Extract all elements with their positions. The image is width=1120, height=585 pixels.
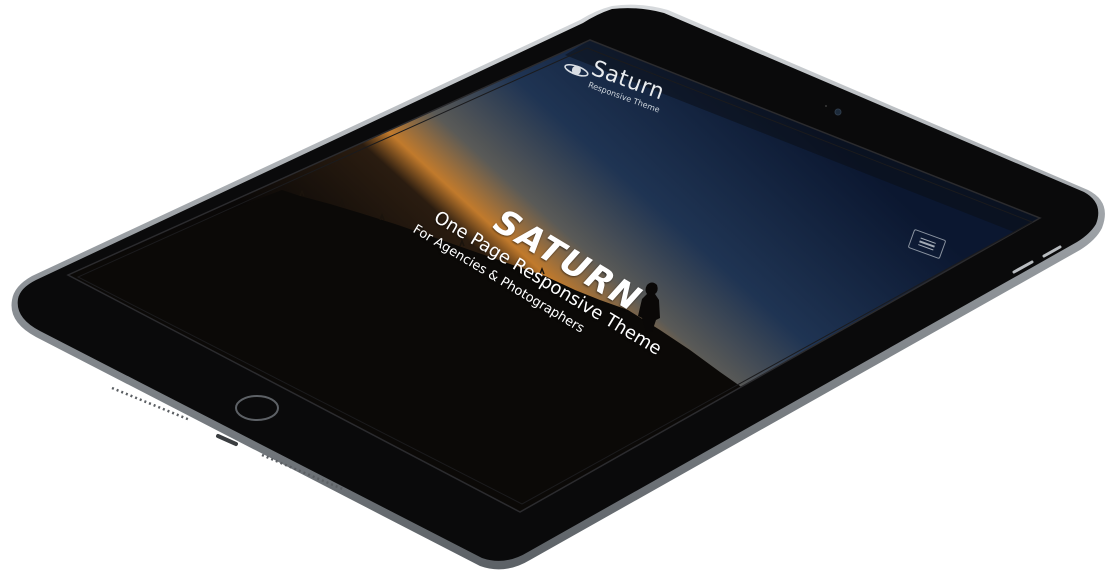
screenshot-stage: Saturn Responsive Theme SATURN One Page … (0, 0, 1120, 585)
home-button (235, 395, 279, 421)
camera-icon (834, 108, 842, 116)
